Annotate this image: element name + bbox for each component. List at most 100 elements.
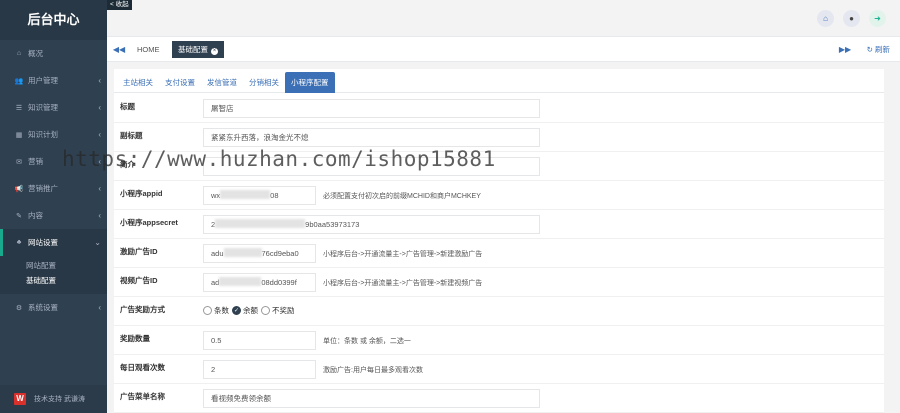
cog-icon: ⚙ bbox=[15, 304, 23, 312]
main-content: 主站相关 支付设置 发信管道 分销相关 小程序配置 标题 屠智店 副标题 紧紧东… bbox=[107, 62, 900, 413]
radio-count[interactable]: 条数 bbox=[203, 305, 229, 316]
sidebar-item-plan[interactable]: ▦ 知识计划 ‹ bbox=[0, 121, 107, 148]
field-label: 副标题 bbox=[120, 131, 143, 140]
home-icon: ⌂ bbox=[16, 50, 22, 57]
reward-ad-input[interactable]: adu 76cd9eba0 bbox=[203, 244, 316, 263]
subtab-mail[interactable]: 发信管道 bbox=[201, 72, 243, 93]
scrollbar[interactable] bbox=[884, 69, 890, 413]
collapse-sidebar-button[interactable]: < 收起 bbox=[107, 0, 132, 10]
sidebar-item-label: 知识管理 bbox=[28, 103, 58, 112]
calendar-icon: ▦ bbox=[15, 131, 23, 139]
field-label: 小程序appsecret bbox=[120, 218, 178, 227]
field-label: 广告奖励方式 bbox=[120, 305, 165, 314]
form-row-reward-count: 奖励数量 0.5 单位：条数 或 余额，二选一 bbox=[114, 326, 884, 355]
topbar-icons: ⌂ ● ➜ bbox=[817, 10, 886, 27]
sidebar-item-label: 营销推广 bbox=[28, 184, 58, 193]
megaphone-icon: 📢 bbox=[14, 185, 24, 193]
daily-views-input[interactable]: 2 bbox=[203, 360, 316, 379]
redacted-mask bbox=[219, 277, 262, 286]
sidebar-item-label: 用户管理 bbox=[28, 76, 58, 85]
reward-ad-hint: 小程序后台->开通流量主->广告管理->新建激励广告 bbox=[323, 251, 483, 258]
radio-balance[interactable]: ✓ 余额 bbox=[232, 305, 258, 316]
radio-label: 条数 bbox=[214, 306, 229, 315]
user-icon[interactable]: ● bbox=[843, 10, 860, 27]
subtab-payment[interactable]: 支付设置 bbox=[159, 72, 201, 93]
sidebar-item-site-settings[interactable]: ♣ 网站设置 ⌄ bbox=[0, 229, 107, 256]
sidebar-item-overview[interactable]: ⌂ 概况 bbox=[0, 40, 107, 67]
appsecret-input[interactable]: 2 9b0aa53973173 bbox=[203, 215, 540, 234]
config-card: 主站相关 支付设置 发信管道 分销相关 小程序配置 标题 屠智店 副标题 紧紧东… bbox=[114, 69, 890, 413]
form-row-video-ad: 视频广告ID ad 08dd0399f 小程序后台->开通流量主->广告管理->新… bbox=[114, 268, 884, 297]
support-text: 技术支持 武谦涛 bbox=[34, 396, 85, 403]
sidebar-item-marketing[interactable]: ✉ 营销 ‹ bbox=[0, 148, 107, 175]
sidebar-item-knowledge[interactable]: ☰ 知识管理 ‹ bbox=[0, 94, 107, 121]
refresh-label: 刷新 bbox=[875, 45, 890, 54]
form-row-appid: 小程序appid wx 08 必须配置支付初次启的前缀MCHID和商户MCHKEY bbox=[114, 181, 884, 210]
chevron-left-icon: ‹ bbox=[98, 184, 101, 193]
sidebar-item-label: 概况 bbox=[28, 49, 43, 58]
video-ad-prefix: ad bbox=[211, 278, 220, 287]
brand-title: 后台中心 bbox=[0, 0, 107, 40]
chevron-left-icon: ‹ bbox=[98, 130, 101, 139]
double-chevron-left-icon[interactable]: ◀◀ bbox=[111, 37, 127, 62]
menu-name-input[interactable]: 看视频免费领余额 bbox=[203, 389, 540, 408]
chevron-left-icon: ‹ bbox=[98, 303, 101, 312]
redacted-mask bbox=[215, 219, 306, 228]
sidebar-item-label: 内容 bbox=[28, 211, 43, 220]
tab-label: 基础配置 bbox=[178, 45, 208, 54]
field-label: 激励广告ID bbox=[120, 247, 158, 256]
video-ad-suffix: 08dd0399f bbox=[261, 278, 297, 287]
sidebar-item-label: 知识计划 bbox=[28, 130, 58, 139]
reward-ad-suffix: 76cd9eba0 bbox=[261, 249, 299, 258]
submenu-item-site-config[interactable]: 网站配置 bbox=[0, 258, 107, 273]
home-icon[interactable]: ⌂ bbox=[817, 10, 834, 27]
logout-icon[interactable]: ➜ bbox=[869, 10, 886, 27]
subtitle-input[interactable]: 紧紧东升西落，浪淘金光不熄 bbox=[203, 128, 540, 147]
edit-icon: ✎ bbox=[16, 212, 22, 220]
topbar: < 收起 ⌂ ● ➜ bbox=[107, 0, 900, 37]
radio-label: 余额 bbox=[243, 306, 258, 315]
subtab-main-site[interactable]: 主站相关 bbox=[117, 72, 159, 93]
sidebar-item-users[interactable]: 👥 用户管理 ‹ bbox=[0, 67, 107, 94]
field-label: 简介 bbox=[120, 160, 135, 169]
close-icon[interactable]: × bbox=[211, 48, 218, 55]
double-chevron-right-icon[interactable]: ▶▶ bbox=[838, 37, 852, 62]
reward-type-radio-group: 条数 ✓ 余额 不奖励 bbox=[203, 305, 295, 316]
intro-input[interactable] bbox=[203, 157, 540, 176]
field-label: 奖励数量 bbox=[120, 334, 150, 343]
appid-hint: 必须配置支付初次启的前缀MCHID和商户MCHKEY bbox=[323, 193, 481, 200]
video-ad-input[interactable]: ad 08dd0399f bbox=[203, 273, 316, 292]
reward-ad-prefix: adu bbox=[211, 249, 224, 258]
page-tabs-bar: ◀◀ HOME 基础配置 × ▶▶ ↻ 刷新 bbox=[107, 37, 900, 62]
check-icon: ✓ bbox=[232, 306, 241, 315]
title-input[interactable]: 屠智店 bbox=[203, 99, 540, 118]
appid-suffix: 08 bbox=[270, 191, 279, 200]
radio-none[interactable]: 不奖励 bbox=[261, 305, 295, 316]
sidebar-item-label: 营销 bbox=[28, 157, 43, 166]
sidebar-item-system[interactable]: ⚙ 系统设置 ‹ bbox=[0, 294, 107, 321]
field-label: 每日观看次数 bbox=[120, 363, 165, 372]
sidebar-item-content[interactable]: ✎ 内容 ‹ bbox=[0, 202, 107, 229]
tab-basic-config[interactable]: 基础配置 × bbox=[172, 41, 224, 58]
submenu-item-basic-config[interactable]: 基础配置 bbox=[0, 273, 107, 288]
form-row-intro: 简介 bbox=[114, 152, 884, 181]
form-row-reward-type: 广告奖励方式 条数 ✓ 余额 不奖励 bbox=[114, 297, 884, 326]
sidebar-footer: W 技术支持 武谦涛 bbox=[0, 385, 107, 413]
miniprogram-form: 标题 屠智店 副标题 紧紧东升西落，浪淘金光不熄 简介 小程序appid wx 0… bbox=[114, 94, 884, 413]
chevron-left-icon: ‹ bbox=[98, 211, 101, 220]
sidebar-item-promotion[interactable]: 📢 营销推广 ‹ bbox=[0, 175, 107, 202]
sidebar-menu-lower: ⚙ 系统设置 ‹ bbox=[0, 294, 107, 321]
appid-input[interactable]: wx 08 bbox=[203, 186, 316, 205]
chevron-left-icon: ‹ bbox=[98, 76, 101, 85]
tab-home[interactable]: HOME bbox=[131, 43, 166, 57]
appsecret-suffix: 9b0aa53973173 bbox=[305, 220, 360, 229]
refresh-button[interactable]: ↻ 刷新 bbox=[867, 44, 890, 55]
field-label: 小程序appid bbox=[120, 189, 163, 198]
subtab-distribution[interactable]: 分销相关 bbox=[243, 72, 285, 93]
radio-label: 不奖励 bbox=[272, 306, 295, 315]
reward-count-input[interactable]: 0.5 bbox=[203, 331, 316, 350]
redacted-mask bbox=[223, 248, 262, 257]
radio-circle bbox=[203, 306, 212, 315]
form-row-appsecret: 小程序appsecret 2 9b0aa53973173 bbox=[114, 210, 884, 239]
subtab-miniprogram[interactable]: 小程序配置 bbox=[285, 72, 335, 93]
